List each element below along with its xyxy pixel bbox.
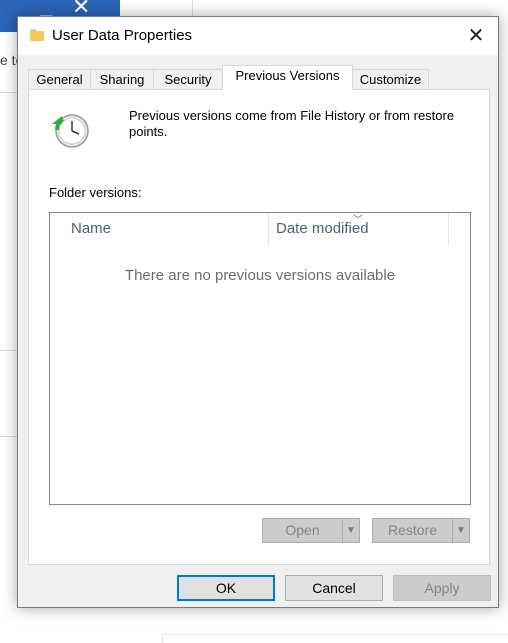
dialog-titlebar[interactable]: User Data Properties ✕ (18, 17, 498, 55)
dialog-title: User Data Properties (52, 27, 193, 44)
previous-versions-clock-icon (52, 114, 89, 148)
close-button[interactable]: ✕ (454, 17, 498, 55)
ok-button[interactable]: OK (177, 575, 275, 601)
empty-list-message: There are no previous versions available (124, 267, 396, 284)
column-header-date-modified[interactable]: Date modified (276, 213, 446, 245)
background-text: e to (0, 52, 18, 68)
tab-customize[interactable]: Customize (352, 69, 429, 89)
restore-button[interactable]: Restore ▼ (372, 518, 470, 543)
open-button-label[interactable]: Open (263, 519, 342, 542)
folder-icon (30, 29, 44, 41)
column-header-name[interactable]: Name (71, 213, 267, 245)
restore-button-label[interactable]: Restore (373, 519, 452, 542)
tab-general[interactable]: General (28, 69, 91, 89)
tab-sharing[interactable]: Sharing (90, 69, 154, 89)
background-separator (0, 92, 18, 93)
previous-versions-panel: Previous versions come from File History… (28, 89, 490, 565)
folder-versions-list[interactable]: Name ﹀ Date modified There are no previo… (49, 212, 471, 505)
open-button[interactable]: Open ▼ (262, 518, 360, 543)
apply-button[interactable]: Apply (393, 575, 491, 601)
open-dropdown-icon[interactable]: ▼ (343, 519, 359, 542)
folder-versions-label: Folder versions: (49, 185, 142, 200)
background-separator (0, 350, 18, 351)
intro-text: Previous versions come from File History… (129, 108, 455, 139)
tab-security[interactable]: Security (153, 69, 223, 89)
column-divider[interactable] (448, 213, 449, 245)
cancel-button[interactable]: Cancel (285, 575, 383, 601)
background-separator (0, 436, 18, 437)
restore-dropdown-icon[interactable]: ▼ (453, 519, 469, 542)
tab-previous-versions[interactable]: Previous Versions (222, 65, 353, 90)
properties-dialog: User Data Properties ✕ General Sharing S… (17, 16, 499, 608)
background-divider (192, 0, 193, 16)
column-divider[interactable] (268, 213, 269, 245)
